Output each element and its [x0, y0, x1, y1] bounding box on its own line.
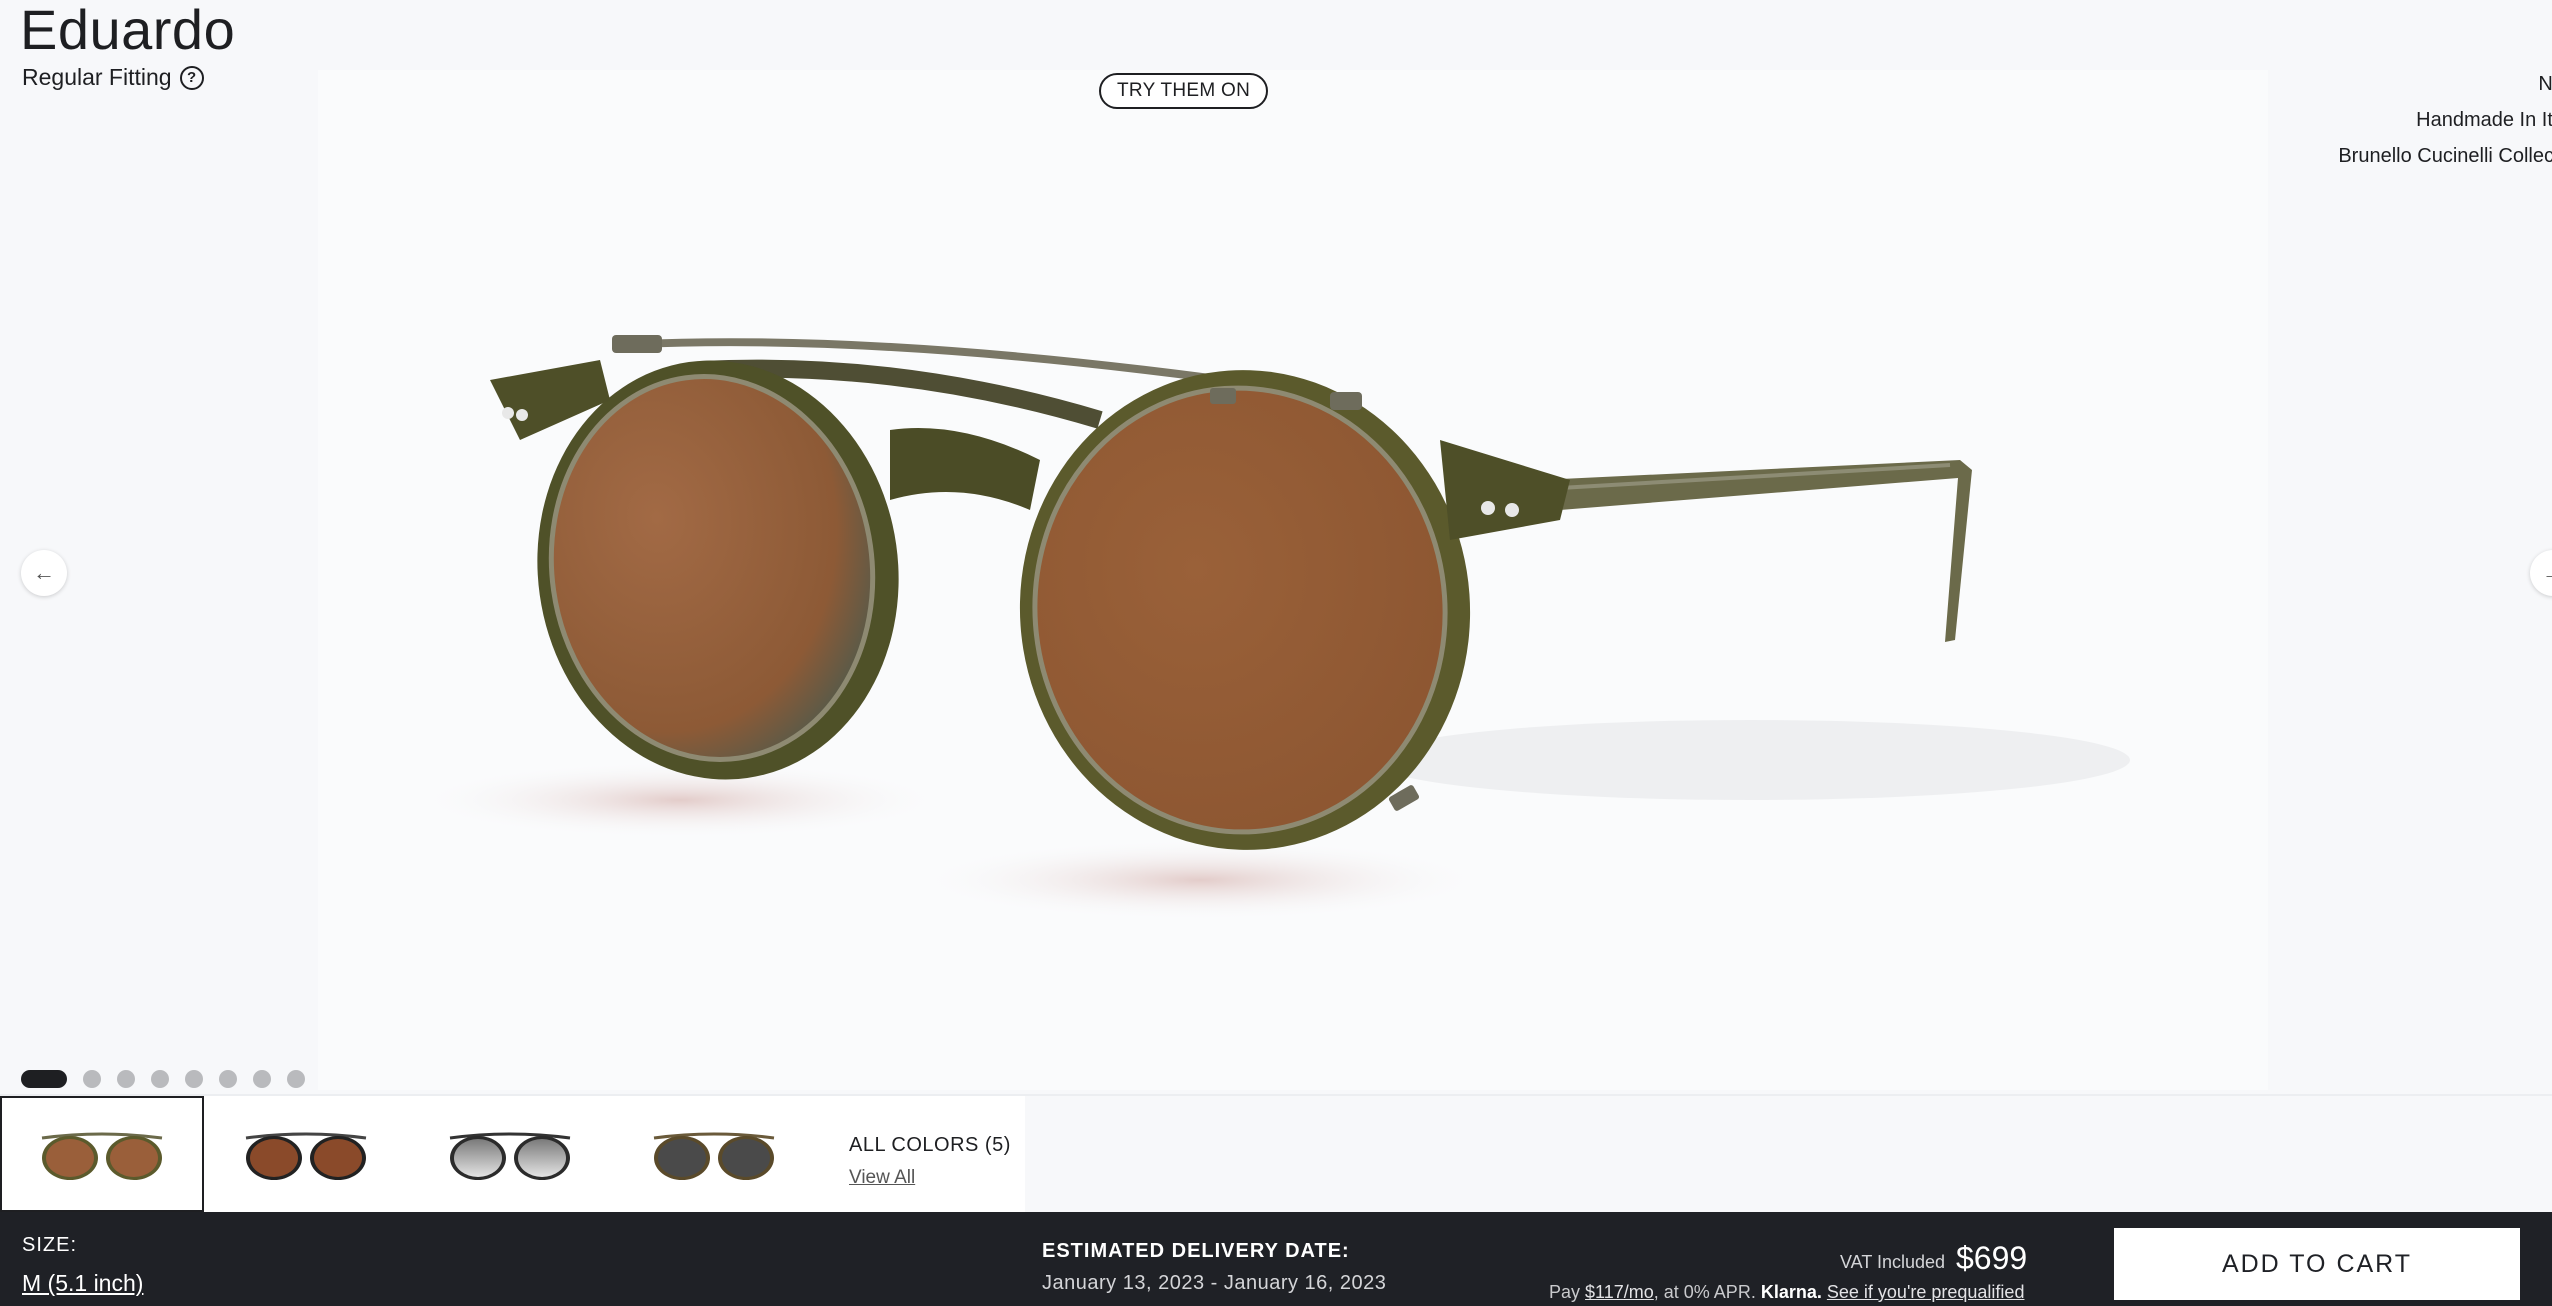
color-swatch-brown-olive[interactable]	[0, 1096, 204, 1212]
color-swatch-grey-tortoise[interactable]	[612, 1096, 816, 1212]
fitting-label: Regular Fitting	[22, 64, 172, 90]
feature-list: Ne Handmade In Ita Brunello Cucinelli Co…	[2338, 66, 2552, 174]
delivery-label: ESTIMATED DELIVERY DATE:	[1042, 1240, 1350, 1262]
feature-item: Brunello Cucinelli Collecti	[2338, 145, 2552, 167]
feature-item: Handmade In Ita	[2416, 109, 2552, 131]
swatch-glasses-image	[449, 1132, 571, 1180]
feature-item: Ne	[2538, 73, 2552, 95]
question-circle-icon[interactable]: ?	[179, 65, 204, 90]
swatch-glasses-image	[41, 1132, 163, 1180]
vat-label: VAT Included	[1840, 1252, 1946, 1272]
color-swatch-grey-clear[interactable]	[408, 1096, 612, 1212]
gallery-dot[interactable]	[253, 1070, 271, 1088]
color-swatches: ALL COLORS (5) View All	[0, 1094, 2552, 1212]
product-title: Eduardo	[20, 0, 236, 61]
klarna-amount-link[interactable]: $117/mo	[1585, 1282, 1654, 1302]
gallery-pagination	[21, 1070, 305, 1088]
gallery-dot[interactable]	[151, 1070, 169, 1088]
gallery-dot[interactable]	[287, 1070, 305, 1088]
add-to-cart-button[interactable]: ADD TO CART	[2114, 1228, 2520, 1300]
size-selector[interactable]: M (5.1 inch)	[22, 1270, 143, 1297]
klarna-logo: Klarna.	[1760, 1282, 1822, 1302]
eyeglasses-image	[420, 335, 2130, 920]
gallery-dot[interactable]	[83, 1070, 101, 1088]
all-colors-panel: ALL COLORS (5) View All	[815, 1096, 1025, 1212]
gallery-dot[interactable]	[117, 1070, 135, 1088]
view-all-link[interactable]: View All	[849, 1167, 1025, 1189]
swatch-glasses-image	[653, 1132, 775, 1180]
delivery-date: January 13, 2023 - January 16, 2023	[1042, 1272, 1387, 1294]
arrow-right-icon: →	[2542, 560, 2552, 586]
gallery-dot[interactable]	[185, 1070, 203, 1088]
klarna-financing: Pay $117/mo, at 0% APR. Klarna. See if y…	[1549, 1282, 2024, 1303]
swatch-glasses-image	[245, 1132, 367, 1180]
arrow-left-icon: ←	[33, 560, 55, 585]
all-colors-label: ALL COLORS (5)	[849, 1134, 1011, 1156]
gallery-dot-active[interactable]	[21, 1070, 67, 1088]
size-label: SIZE:	[22, 1234, 78, 1256]
try-them-on-button[interactable]: TRY THEM ON	[1099, 73, 1269, 109]
purchase-bar: SIZE: M (5.1 inch) ESTIMATED DELIVERY DA…	[0, 1212, 2552, 1306]
fitting-info: Regular Fitting ?	[22, 64, 204, 91]
product-gallery: Eduardo Regular Fitting ? TRY THEM ON Ne…	[0, 0, 2552, 1094]
previous-image-button[interactable]: ←	[21, 550, 67, 596]
klarna-apr-text: , at 0% APR.	[1653, 1282, 1756, 1302]
color-swatch-brown-black[interactable]	[204, 1096, 408, 1212]
klarna-pay-text: Pay	[1549, 1282, 1581, 1302]
klarna-prequalify-link[interactable]: See if you're prequalified	[1827, 1282, 2025, 1302]
gallery-dot[interactable]	[219, 1070, 237, 1088]
price: $699	[1956, 1240, 2028, 1276]
